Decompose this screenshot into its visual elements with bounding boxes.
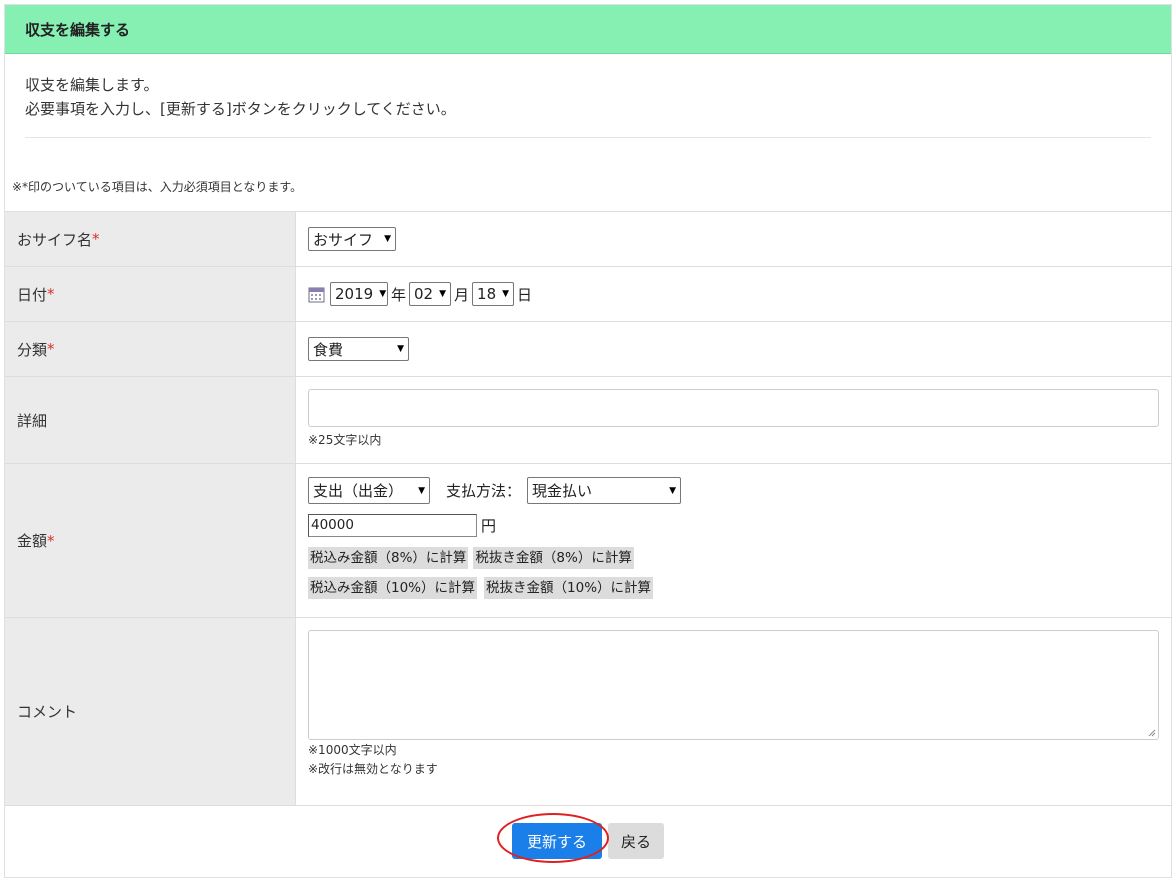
payment-method-value: 現金払い	[532, 482, 593, 500]
required-mark: *	[47, 531, 55, 550]
amount-input-value: 40000	[311, 517, 354, 533]
intro-text: 収支を編集します。 必要事項を入力し、[更新する]ボタンをクリックしてください。	[5, 54, 1171, 121]
divider	[25, 137, 1151, 138]
amount-type-select[interactable]: 支出（出金） ▼	[308, 477, 430, 504]
chevron-down-icon: ▼	[384, 234, 391, 244]
detail-input[interactable]	[308, 389, 1159, 427]
intro-line-2: 必要事項を入力し、[更新する]ボタンをクリックしてください。	[25, 100, 456, 118]
label-amount: 金額 *	[5, 464, 296, 617]
calendar-icon[interactable]	[308, 286, 325, 303]
form-table: おサイフ名 * おサイフ ▼ 日付 * 2019 ▼ 年 02 ▼ 月 18 ▼…	[5, 211, 1171, 806]
category-select-value: 食費	[313, 340, 344, 359]
row-category: 分類 * 食費 ▼	[5, 322, 1171, 377]
comment-hint-length: ※1000文字以内	[308, 743, 397, 757]
panel-header: 収支を編集する	[5, 5, 1171, 54]
label-category: 分類 *	[5, 322, 296, 376]
year-select-value: 2019	[335, 285, 374, 303]
required-mark: *	[92, 230, 100, 248]
payment-method-select[interactable]: 現金払い ▼	[527, 477, 682, 504]
category-select[interactable]: 食費 ▼	[308, 337, 409, 361]
label-text: 金額	[17, 532, 48, 550]
row-amount: 金額 * 支出（出金） ▼ 支払方法： 現金払い ▼ 40000 円 税込み金額…	[5, 464, 1171, 618]
required-mark: *	[47, 285, 55, 303]
value-category: 食費 ▼	[296, 322, 1171, 376]
detail-hint: ※25文字以内	[308, 433, 382, 447]
calc-tax-included-8-button[interactable]: 税込み金額（8%）に計算	[308, 547, 469, 569]
chevron-down-icon: ▼	[379, 289, 387, 299]
calc-tax-included-10-button[interactable]: 税込み金額（10%）に計算	[308, 577, 478, 599]
chevron-down-icon: ▼	[397, 344, 404, 354]
day-unit: 日	[517, 285, 533, 304]
label-wallet: おサイフ名 *	[5, 212, 296, 266]
calc-tax-excluded-10-button[interactable]: 税抜き金額（10%）に計算	[484, 577, 654, 599]
chevron-down-icon: ▼	[439, 289, 447, 299]
payment-method-label: 支払方法：	[446, 482, 522, 500]
label-text: 分類	[17, 340, 48, 359]
year-select[interactable]: 2019 ▼	[330, 282, 388, 306]
year-unit: 年	[391, 285, 407, 304]
amount-type-line: 支出（出金） ▼ 支払方法： 現金払い ▼	[308, 477, 682, 504]
resize-handle-icon[interactable]	[1148, 729, 1156, 737]
label-detail: 詳細	[5, 377, 296, 463]
wallet-select-value: おサイフ	[313, 230, 374, 249]
row-detail: 詳細 ※25文字以内	[5, 377, 1171, 464]
update-button[interactable]: 更新する	[512, 823, 602, 859]
label-text: 詳細	[17, 411, 48, 430]
calc-line-1: 税込み金額（8%）に計算 税抜き金額（8%）に計算	[308, 547, 634, 569]
value-wallet: おサイフ ▼	[296, 212, 1171, 266]
edit-panel: 収支を編集する 収支を編集します。 必要事項を入力し、[更新する]ボタンをクリッ…	[4, 4, 1172, 878]
label-date: 日付 *	[5, 267, 296, 321]
day-select-value: 18	[477, 285, 497, 303]
comment-textarea[interactable]	[308, 630, 1159, 740]
required-mark: *	[47, 340, 55, 358]
value-comment: ※1000文字以内 ※改行は無効となります	[296, 618, 1171, 805]
label-text: 日付	[17, 285, 48, 304]
amount-input[interactable]: 40000	[308, 514, 477, 537]
row-comment: コメント ※1000文字以内 ※改行は無効となります	[5, 618, 1171, 806]
value-detail: ※25文字以内	[296, 377, 1171, 463]
amount-unit: 円	[481, 517, 497, 535]
required-note: ※*印のついている項目は、入力必須項目となります。	[12, 180, 303, 194]
row-date: 日付 * 2019 ▼ 年 02 ▼ 月 18 ▼ 日	[5, 267, 1171, 322]
chevron-down-icon: ▼	[669, 485, 677, 496]
label-comment: コメント	[5, 618, 296, 805]
intro-line-1: 収支を編集します。	[25, 76, 159, 94]
row-wallet: おサイフ名 * おサイフ ▼	[5, 212, 1171, 267]
month-select[interactable]: 02 ▼	[409, 282, 452, 306]
calc-line-2: 税込み金額（10%）に計算 税抜き金額（10%）に計算	[308, 577, 654, 599]
label-text: おサイフ名	[17, 230, 93, 249]
comment-hint-newline: ※改行は無効となります	[308, 762, 438, 776]
footer: 更新する 戻る	[5, 805, 1171, 877]
month-select-value: 02	[414, 285, 434, 303]
month-unit: 月	[454, 285, 470, 304]
label-text: コメント	[17, 703, 78, 721]
chevron-down-icon: ▼	[502, 289, 510, 299]
day-select[interactable]: 18 ▼	[472, 282, 515, 306]
chevron-down-icon: ▼	[418, 485, 425, 496]
amount-value-line: 40000 円	[308, 514, 496, 537]
page-title: 収支を編集する	[25, 20, 131, 39]
back-button[interactable]: 戻る	[608, 823, 664, 859]
value-amount: 支出（出金） ▼ 支払方法： 現金払い ▼ 40000 円 税込み金額（8%）に…	[296, 464, 1171, 617]
wallet-select[interactable]: おサイフ ▼	[308, 227, 396, 251]
value-date: 2019 ▼ 年 02 ▼ 月 18 ▼ 日	[296, 267, 1171, 321]
amount-type-value: 支出（出金）	[313, 482, 404, 500]
calc-tax-excluded-8-button[interactable]: 税抜き金額（8%）に計算	[473, 547, 634, 569]
